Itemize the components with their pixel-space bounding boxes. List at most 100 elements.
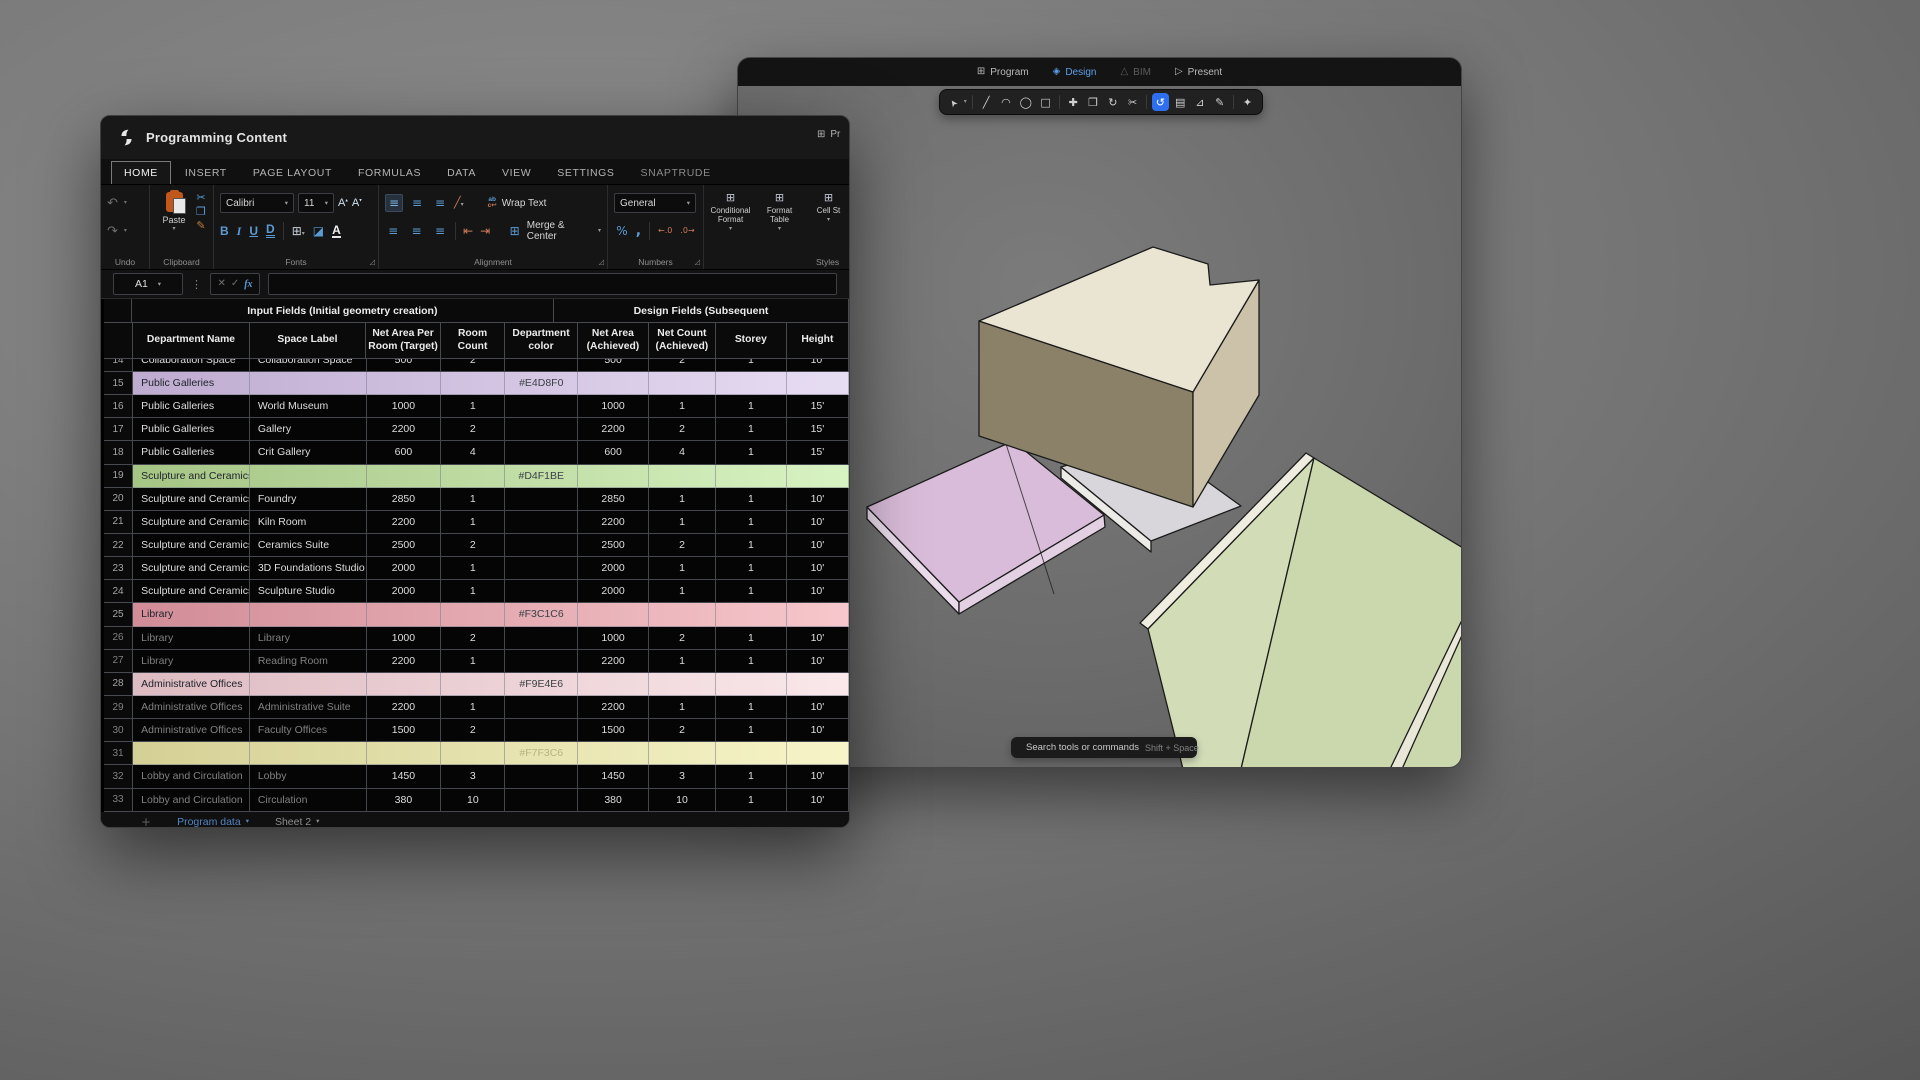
table-cell[interactable]: World Museum xyxy=(250,395,367,418)
table-cell[interactable]: 1450 xyxy=(367,765,442,788)
table-cell[interactable]: Public Galleries xyxy=(133,441,250,464)
table-cell[interactable] xyxy=(250,603,367,626)
draw-tool-icon[interactable]: ✎ xyxy=(1211,93,1228,111)
table-cell[interactable] xyxy=(505,627,578,650)
table-cell[interactable] xyxy=(649,603,716,626)
line-tool-icon[interactable]: ╱ xyxy=(978,93,995,111)
table-cell[interactable]: 1 xyxy=(649,488,716,511)
table-cell[interactable] xyxy=(441,673,505,696)
table-cell[interactable]: 2200 xyxy=(578,696,649,719)
table-cell[interactable]: 2 xyxy=(441,359,505,372)
table-cell[interactable]: #E4D8F0 xyxy=(505,372,578,395)
table-cell[interactable]: 1 xyxy=(441,557,505,580)
table-cell[interactable] xyxy=(787,603,849,626)
table-cell[interactable]: 2 xyxy=(649,627,716,650)
decrease-font-icon[interactable]: A▾ xyxy=(352,197,362,209)
menu-tab-formulas[interactable]: FORMULAS xyxy=(346,162,433,184)
column-header-cell[interactable]: Department Name xyxy=(133,323,249,359)
cell-styles-button[interactable]: ⊞ Cell St ▾ xyxy=(806,192,850,232)
add-sheet-button[interactable]: + xyxy=(141,816,151,828)
table-cell[interactable]: Library xyxy=(250,627,367,650)
table-cell[interactable]: 1500 xyxy=(367,719,442,742)
fill-color-icon[interactable]: ◪ xyxy=(313,225,324,237)
row-number-cell[interactable]: 18 xyxy=(104,441,133,464)
table-cell[interactable]: 1 xyxy=(716,557,787,580)
table-cell[interactable]: Public Galleries xyxy=(133,395,250,418)
align-middle-icon[interactable]: ≡ xyxy=(408,194,426,212)
table-cell[interactable] xyxy=(505,789,578,812)
column-header-cell[interactable]: Net Area (Achieved) xyxy=(578,323,649,359)
numbers-dialog-launcher-icon[interactable]: ◿ xyxy=(695,259,700,266)
row-number-cell[interactable]: 14 xyxy=(104,359,133,372)
measure-tool-icon[interactable]: ⊿ xyxy=(1192,93,1209,111)
row-number-cell[interactable]: 22 xyxy=(104,534,133,557)
table-cell[interactable] xyxy=(441,603,505,626)
table-cell[interactable]: 1 xyxy=(716,395,787,418)
table-cell[interactable]: Lobby xyxy=(250,765,367,788)
table-cell[interactable]: Crit Gallery xyxy=(250,441,367,464)
titlebar-program-button[interactable]: ⊞ Pr xyxy=(817,129,840,140)
table-cell[interactable] xyxy=(787,465,849,488)
table-cell[interactable] xyxy=(367,372,442,395)
table-cell[interactable]: Administrative Offices xyxy=(133,673,250,696)
table-cell[interactable] xyxy=(250,742,367,765)
table-cell[interactable]: #F9E4E6 xyxy=(505,673,578,696)
format-table-button[interactable]: ⊞ Format Table ▾ xyxy=(757,192,802,232)
table-cell[interactable] xyxy=(505,719,578,742)
redo-caret-icon[interactable]: ▾ xyxy=(124,228,127,234)
table-cell[interactable]: Sculpture and Ceramics xyxy=(133,511,250,534)
table-cell[interactable]: 1 xyxy=(716,359,787,372)
table-cell[interactable] xyxy=(505,650,578,673)
table-cell[interactable]: 1 xyxy=(716,511,787,534)
menu-tab-settings[interactable]: SETTINGS xyxy=(545,162,626,184)
double-underline-icon[interactable]: D xyxy=(266,224,275,238)
table-cell[interactable] xyxy=(133,742,250,765)
rotate-tool-icon[interactable]: ↻ xyxy=(1104,93,1121,111)
table-cell[interactable]: 1 xyxy=(649,696,716,719)
menu-tab-insert[interactable]: INSERT xyxy=(173,162,239,184)
table-cell[interactable]: 2 xyxy=(649,719,716,742)
table-cell[interactable] xyxy=(716,673,787,696)
table-cell[interactable]: 2 xyxy=(649,418,716,441)
table-cell[interactable]: 10' xyxy=(787,719,849,742)
table-cell[interactable]: Sculpture and Ceramics xyxy=(133,465,250,488)
table-cell[interactable]: 1 xyxy=(716,488,787,511)
increase-font-icon[interactable]: A▴ xyxy=(338,197,348,209)
table-cell[interactable]: 3 xyxy=(649,765,716,788)
table-cell[interactable]: 1 xyxy=(716,534,787,557)
column-header-cell[interactable]: Net Count (Achieved) xyxy=(649,323,716,359)
align-left-icon[interactable]: ≡ xyxy=(385,222,401,240)
row-number-cell[interactable]: 28 xyxy=(104,673,133,696)
table-cell[interactable]: Sculpture and Ceramics xyxy=(133,580,250,603)
table-cell[interactable] xyxy=(505,395,578,418)
table-cell[interactable] xyxy=(787,742,849,765)
table-cell[interactable]: 600 xyxy=(578,441,649,464)
table-cell[interactable]: 1 xyxy=(716,580,787,603)
table-cell[interactable] xyxy=(505,488,578,511)
table-cell[interactable] xyxy=(505,765,578,788)
table-cell[interactable]: 10 xyxy=(441,789,505,812)
table-cell[interactable]: 2200 xyxy=(367,650,442,673)
table-cell[interactable]: 2200 xyxy=(367,511,442,534)
table-cell[interactable]: 1 xyxy=(441,395,505,418)
table-cell[interactable] xyxy=(716,742,787,765)
table-cell[interactable]: 2200 xyxy=(367,418,442,441)
fx-icon[interactable]: fx xyxy=(244,279,252,290)
orientation-button[interactable]: ╱▾ xyxy=(454,197,464,209)
table-cell[interactable] xyxy=(441,372,505,395)
table-cell[interactable]: Collaboration Space xyxy=(250,359,367,372)
table-cell[interactable]: 1000 xyxy=(367,627,442,650)
tab-program[interactable]: ⊞Program xyxy=(977,67,1029,78)
table-cell[interactable] xyxy=(716,603,787,626)
table-cell[interactable]: 10' xyxy=(787,511,849,534)
table-cell[interactable]: 1 xyxy=(716,627,787,650)
table-cell[interactable]: 2 xyxy=(649,534,716,557)
table-cell[interactable]: 1 xyxy=(716,650,787,673)
table-cell[interactable]: 1 xyxy=(649,511,716,534)
tab-bim[interactable]: △BIM xyxy=(1120,67,1150,78)
table-cell[interactable] xyxy=(367,742,442,765)
redo-icon[interactable]: ↷ xyxy=(107,225,118,238)
table-cell[interactable]: 15' xyxy=(787,441,849,464)
table-cell[interactable]: 1 xyxy=(716,765,787,788)
table-cell[interactable] xyxy=(649,742,716,765)
